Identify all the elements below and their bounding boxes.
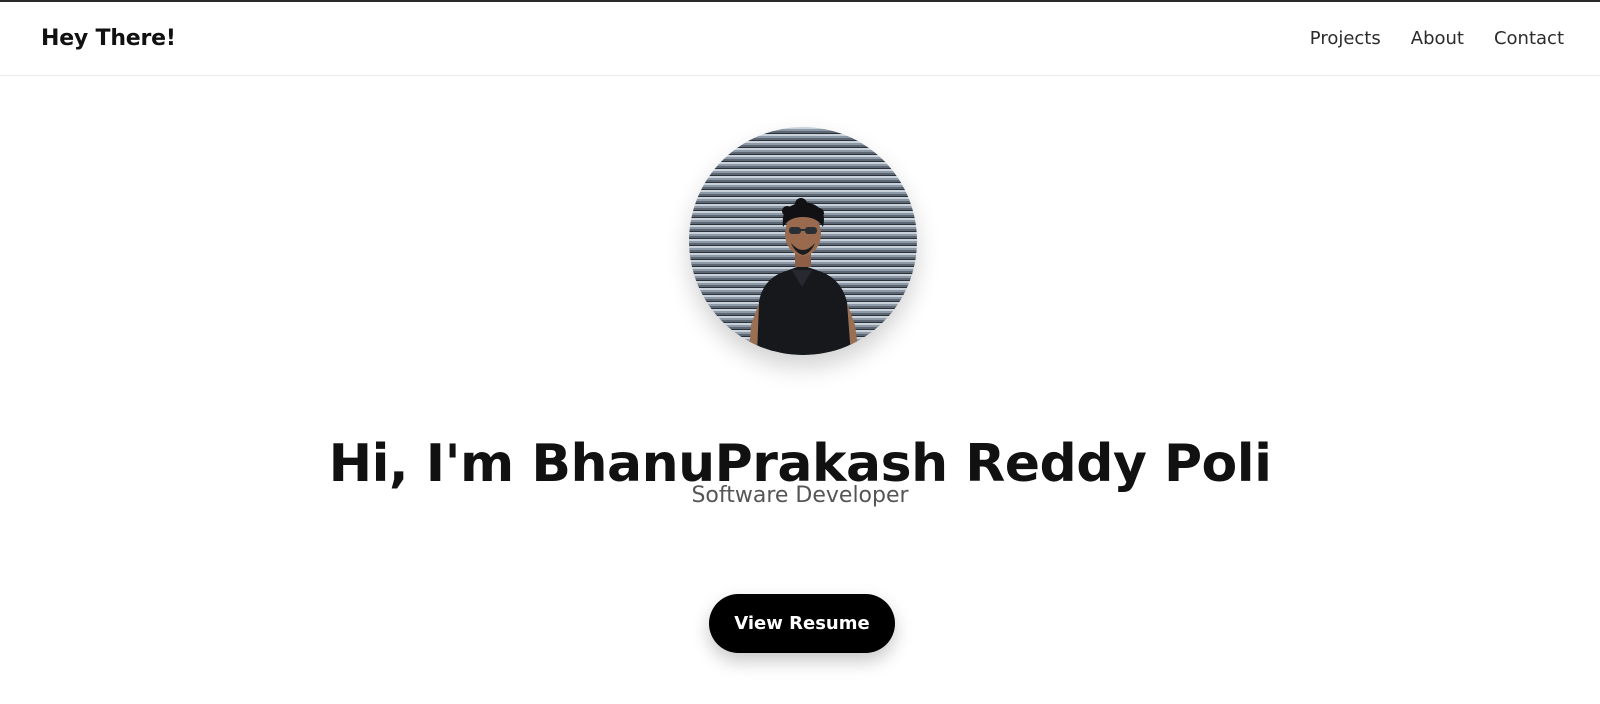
navbar: Hey There! Projects About Contact bbox=[0, 2, 1600, 76]
avatar bbox=[689, 127, 917, 355]
nav-links: Projects About Contact bbox=[1310, 28, 1564, 49]
profile-photo bbox=[689, 127, 917, 355]
hero-subtitle: Software Developer bbox=[691, 483, 909, 508]
brand-logo[interactable]: Hey There! bbox=[41, 26, 176, 51]
nav-link-about[interactable]: About bbox=[1411, 28, 1464, 49]
nav-link-projects[interactable]: Projects bbox=[1310, 28, 1381, 49]
view-resume-button[interactable]: View Resume bbox=[709, 594, 895, 653]
nav-link-contact[interactable]: Contact bbox=[1494, 28, 1564, 49]
